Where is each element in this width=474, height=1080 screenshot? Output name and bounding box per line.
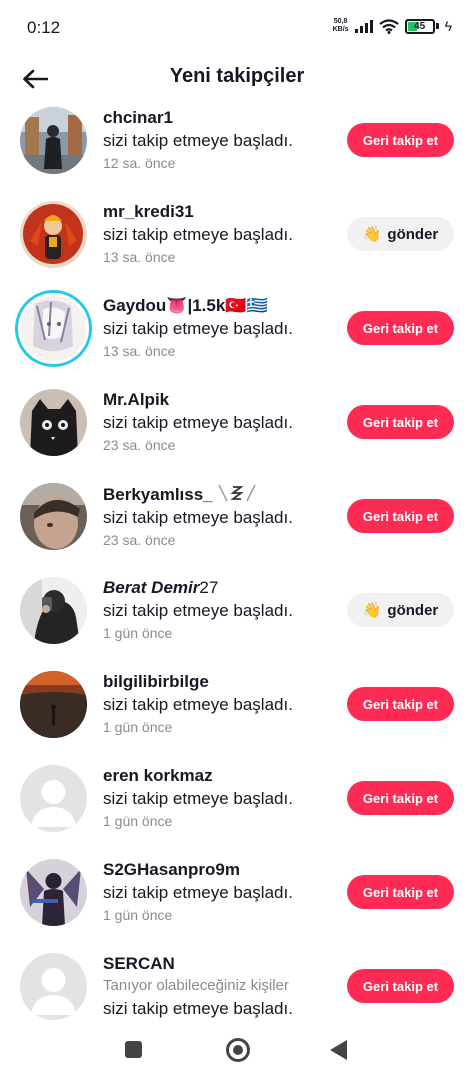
timestamp: 1 gün önce — [103, 719, 173, 735]
send-greeting-button[interactable]: 👋 gönder — [347, 217, 454, 251]
timestamp: 1 gün önce — [103, 907, 173, 923]
status-bar: 0:12 50,8 KB/s 45 ϟ — [0, 0, 474, 56]
timestamp: 1 gün önce — [103, 813, 173, 829]
activity-text: sizi takip etmeye başladı. — [103, 601, 293, 620]
follow-back-button[interactable]: Geri takip et — [347, 405, 454, 439]
timestamp: 23 sa. önce — [103, 437, 176, 453]
waving-hand-icon: 👋 — [362, 226, 382, 243]
send-greeting-button[interactable]: 👋 gönder — [347, 593, 454, 627]
list-item[interactable]: Gaydou👅|1.5k🇹🇷🇬🇷 sizi takip etmeye başla… — [0, 281, 474, 375]
activity-text: sizi takip etmeye başladı. — [103, 319, 293, 338]
username[interactable]: bilgilibirbilge — [103, 671, 334, 693]
default-avatar[interactable] — [20, 765, 87, 832]
activity-text: sizi takip etmeye başladı. — [103, 413, 293, 432]
send-label: gönder — [387, 601, 439, 619]
activity-text: sizi takip etmeye başladı. — [103, 508, 293, 527]
recent-apps-button[interactable] — [125, 1041, 142, 1058]
username[interactable]: Gaydou👅|1.5k🇹🇷🇬🇷 — [103, 295, 334, 317]
waving-hand-icon: 👋 — [362, 602, 382, 619]
follow-back-button[interactable]: Geri takip et — [347, 875, 454, 909]
timestamp: 13 sa. önce — [103, 249, 176, 265]
activity-text: sizi takip etmeye başladı. — [103, 789, 293, 808]
list-item[interactable]: eren korkmaz sizi takip etmeye başladı. … — [0, 751, 474, 845]
avatar[interactable] — [20, 577, 87, 644]
battery-level: 45 — [414, 20, 426, 32]
avatar-with-story[interactable] — [15, 290, 92, 367]
avatar[interactable] — [20, 389, 87, 456]
decorative-symbol-icon — [218, 484, 257, 502]
username[interactable]: Berkyamlıss_ — [103, 483, 334, 506]
activity-text: sizi takip etmeye başladı. — [103, 131, 293, 150]
system-nav-bar — [0, 1022, 474, 1080]
avatar[interactable] — [20, 859, 87, 926]
follow-back-button[interactable]: Geri takip et — [347, 499, 454, 533]
wifi-icon — [378, 18, 399, 34]
follower-list: chcinar1 sizi takip etmeye başladı. 12 s… — [0, 93, 474, 1033]
username[interactable]: chcinar1 — [103, 107, 334, 129]
username[interactable]: SERCAN — [103, 953, 334, 975]
timestamp: 23 sa. önce — [103, 532, 176, 548]
username[interactable]: mr_kredi31 — [103, 201, 334, 223]
list-item[interactable]: chcinar1 sizi takip etmeye başladı. 12 s… — [0, 93, 474, 187]
follow-back-button[interactable]: Geri takip et — [347, 969, 454, 1003]
list-item[interactable]: mr_kredi31 sizi takip etmeye başladı. 13… — [0, 187, 474, 281]
home-button[interactable] — [226, 1038, 250, 1062]
list-item[interactable]: bilgilibirbilge sizi takip etmeye başlad… — [0, 657, 474, 751]
avatar[interactable] — [20, 201, 87, 268]
suggestion-text: Tanıyor olabileceğiniz kişiler — [103, 977, 289, 994]
avatar[interactable] — [20, 107, 87, 174]
username[interactable]: eren korkmaz — [103, 765, 334, 787]
charging-icon: ϟ — [444, 18, 452, 34]
timestamp: 13 sa. önce — [103, 343, 176, 359]
follow-back-button[interactable]: Geri takip et — [347, 123, 454, 157]
activity-text: sizi takip etmeye başladı. — [103, 883, 293, 902]
activity-text: sizi takip etmeye başladı. — [103, 225, 293, 244]
list-item[interactable]: Berat Demir27 sizi takip etmeye başladı.… — [0, 563, 474, 657]
list-item[interactable]: Berkyamlıss_ sizi takip etmeye başladı. … — [0, 469, 474, 563]
battery-icon: 45 — [404, 18, 435, 34]
username[interactable]: Berat Demir27 — [103, 577, 334, 599]
status-icons: 50,8 KB/s 45 ϟ — [333, 18, 452, 34]
list-item[interactable]: Mr.Alpik sizi takip etmeye başladı. 23 s… — [0, 375, 474, 469]
avatar[interactable] — [20, 671, 87, 738]
default-avatar[interactable] — [20, 953, 87, 1020]
system-back-button[interactable] — [330, 1040, 347, 1060]
timestamp: 1 gün önce — [103, 625, 173, 641]
follow-back-button[interactable]: Geri takip et — [347, 311, 454, 345]
timestamp: 12 sa. önce — [103, 155, 176, 171]
network-speed: 50,8 KB/s — [332, 18, 349, 33]
follow-back-button[interactable]: Geri takip et — [347, 781, 454, 815]
activity-text: sizi takip etmeye başladı. — [103, 695, 293, 714]
send-label: gönder — [387, 225, 439, 243]
username[interactable]: S2GHasanpro9m — [103, 859, 334, 881]
list-item[interactable]: S2GHasanpro9m sizi takip etmeye başladı.… — [0, 845, 474, 939]
status-time: 0:12 — [27, 18, 61, 37]
page-title: Yeni takipçiler — [169, 65, 305, 87]
username[interactable]: Mr.Alpik — [103, 389, 334, 411]
follow-back-button[interactable]: Geri takip et — [347, 687, 454, 721]
activity-text: sizi takip etmeye başladı. — [103, 999, 293, 1018]
avatar[interactable] — [20, 483, 87, 550]
signal-icon — [354, 19, 373, 33]
list-item[interactable]: SERCAN Tanıyor olabileceğiniz kişiler si… — [0, 939, 474, 1033]
